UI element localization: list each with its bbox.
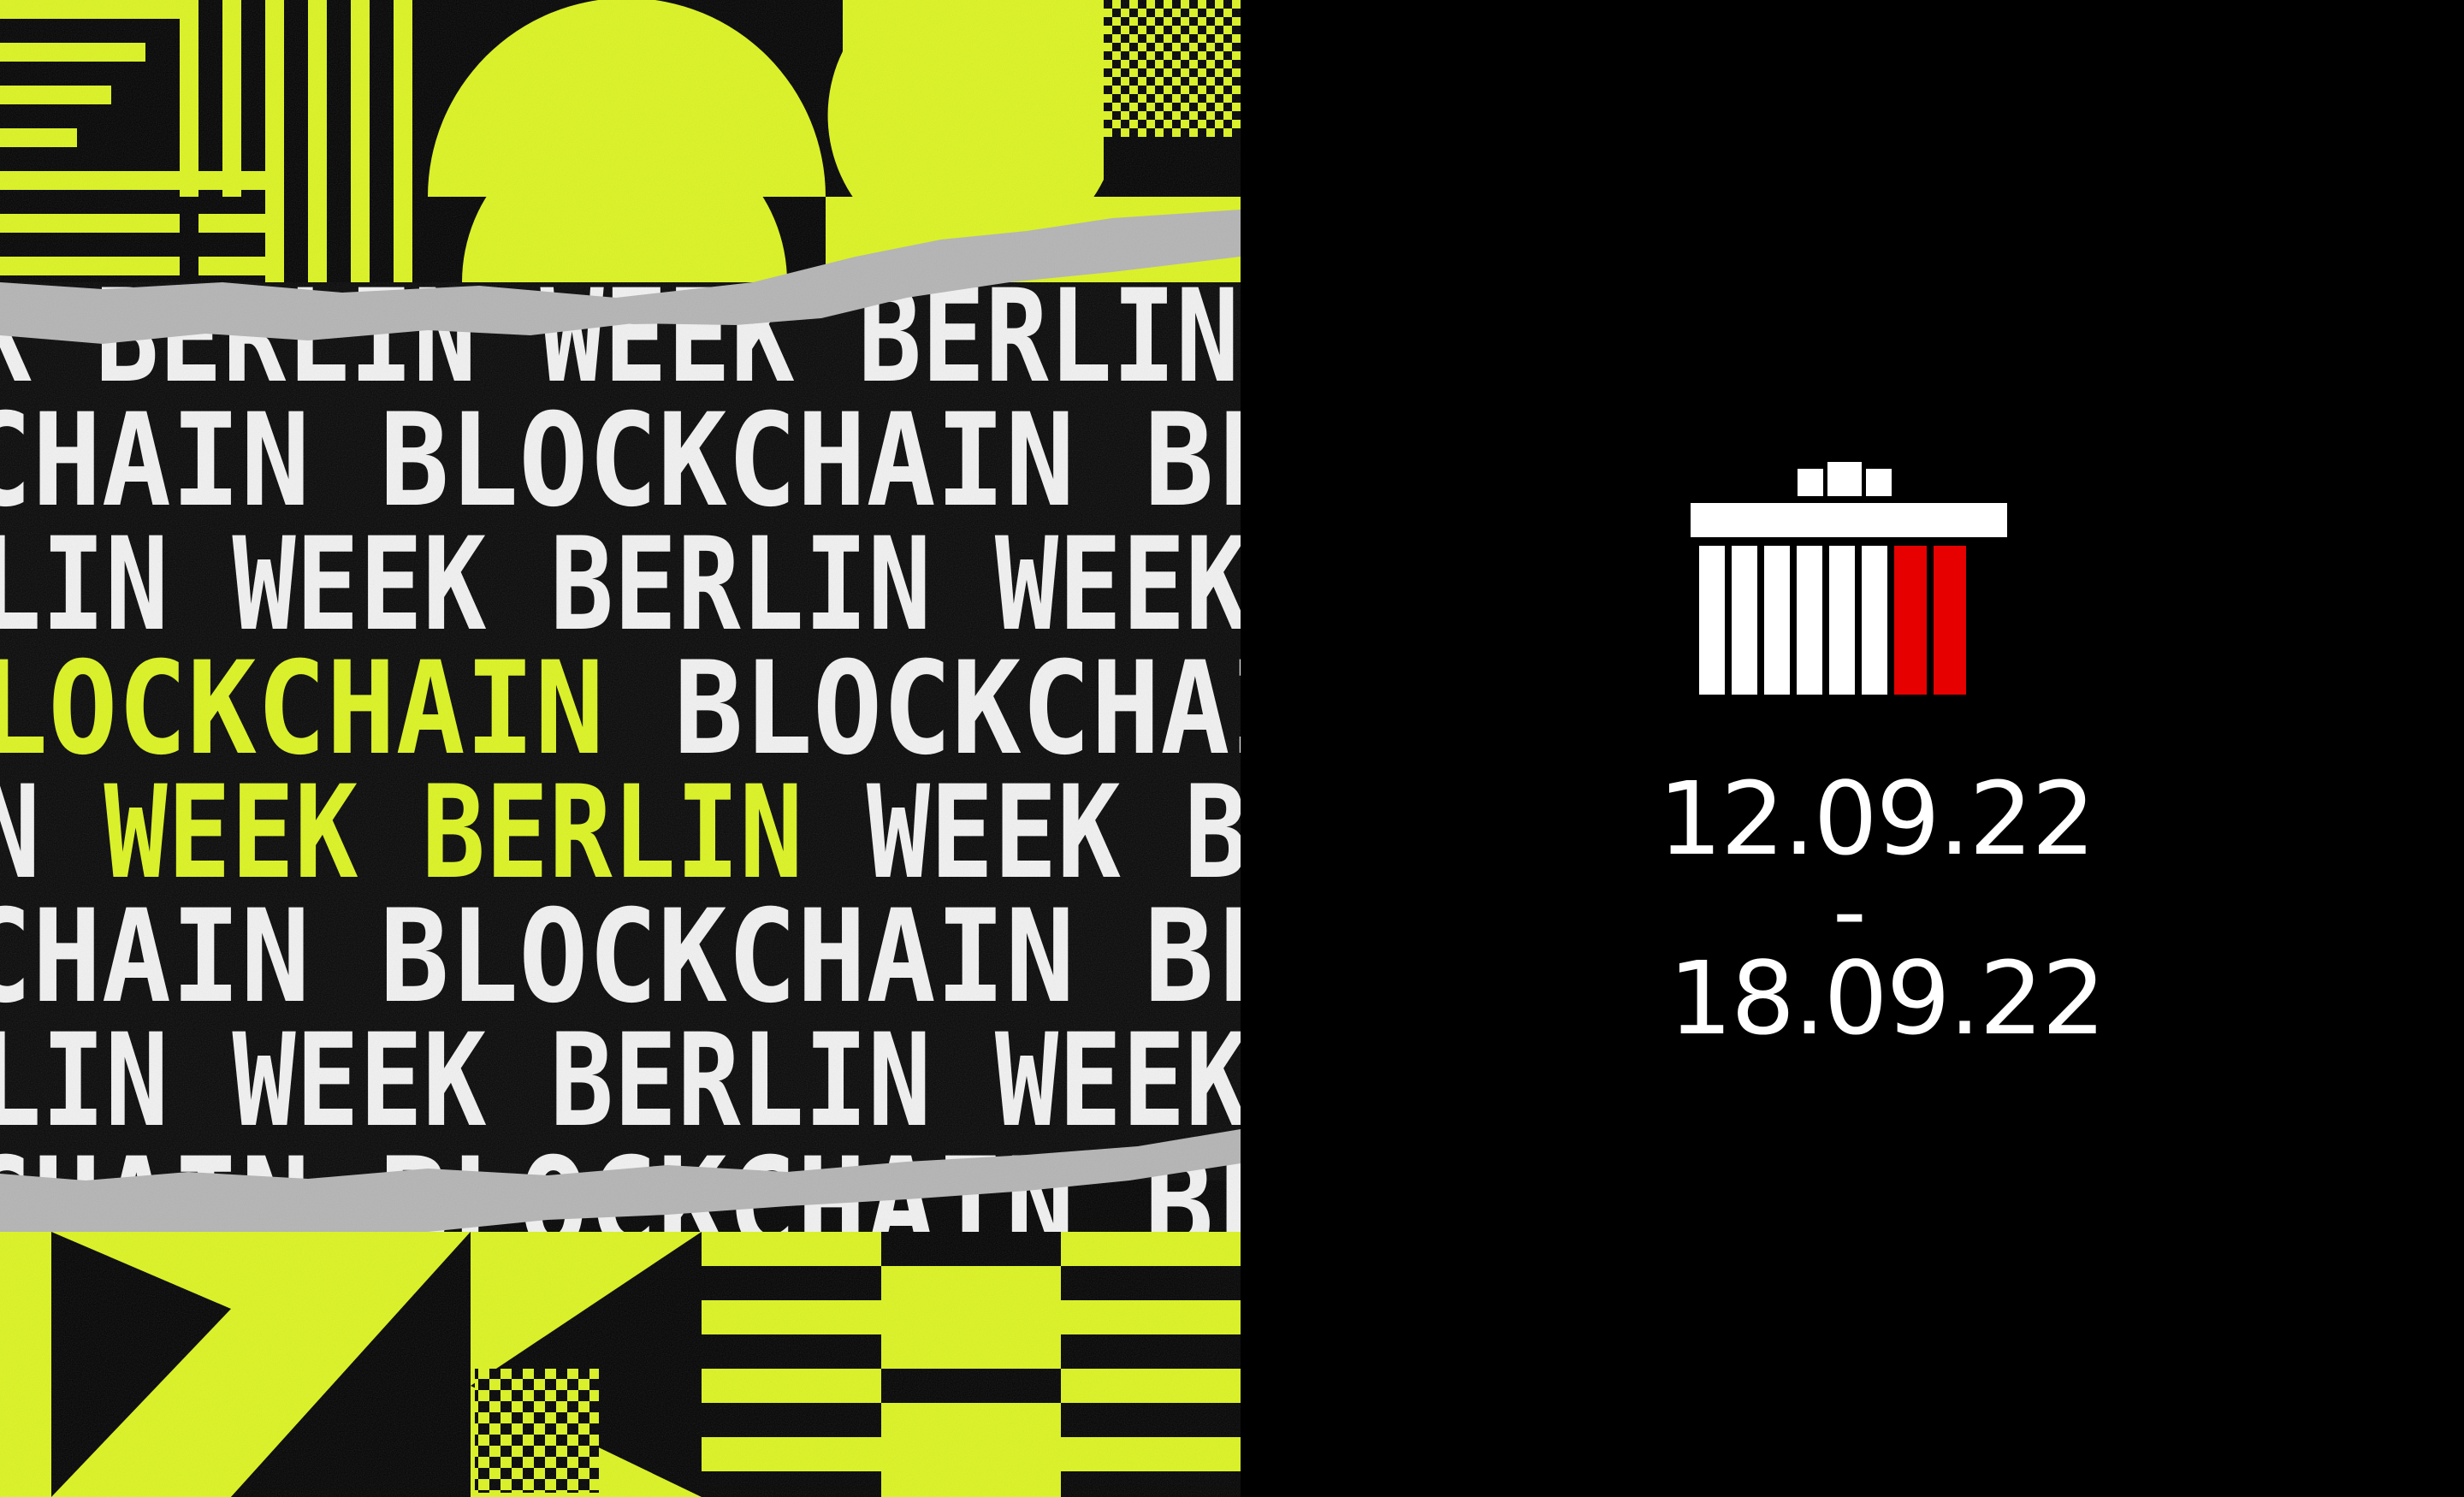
event-info-panel: 12.09.22 - 18.09.22 <box>1241 0 2464 1497</box>
start-date: 12.09.22 <box>1658 760 2095 878</box>
poster-artwork: WEEK BERLIN WEEK BERLIN WEEK BERLINBLOCK… <box>0 0 1241 1497</box>
end-date: 18.09.22 <box>1668 939 2106 1057</box>
brandenburg-gate-icon <box>1691 462 2007 695</box>
poster-svg: WEEK BERLIN WEEK BERLIN WEEK BERLINBLOCK… <box>0 0 1241 1497</box>
grain-overlay <box>0 0 1241 1497</box>
